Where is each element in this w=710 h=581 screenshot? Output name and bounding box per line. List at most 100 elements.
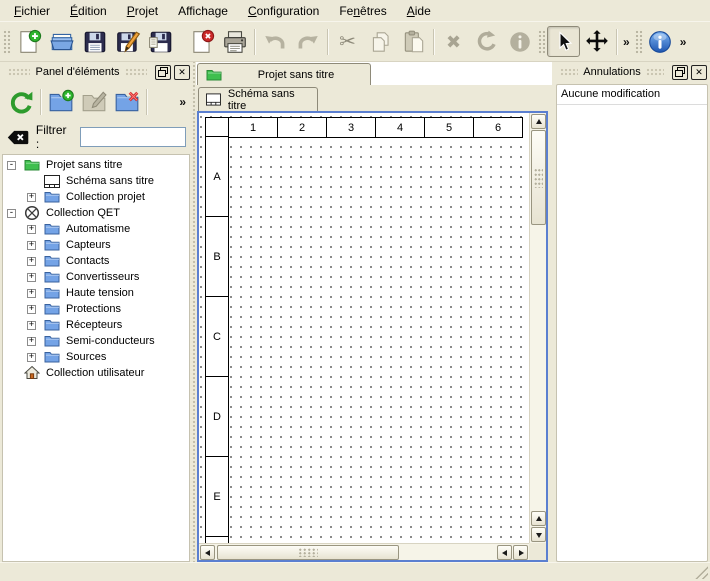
expand-expander[interactable]: + bbox=[27, 225, 36, 234]
menu-aide[interactable]: Aide bbox=[397, 1, 441, 21]
edit-category-button[interactable] bbox=[77, 86, 110, 118]
undo-button[interactable] bbox=[258, 26, 291, 57]
vertical-scroll-thumb[interactable] bbox=[531, 130, 546, 225]
tree-item-project[interactable]: - Projet sans titre bbox=[3, 157, 189, 173]
schema-tab-bar: Schéma sans titre bbox=[196, 85, 552, 111]
tab-schema-sans-titre[interactable]: Schéma sans titre bbox=[198, 87, 318, 111]
paste-button[interactable] bbox=[397, 26, 430, 57]
delete-folder-icon bbox=[114, 89, 140, 115]
scroll-right-button[interactable] bbox=[513, 545, 528, 560]
tree-item-haute-tension[interactable]: + Haute tension bbox=[3, 285, 189, 301]
save-as-icon bbox=[115, 29, 141, 55]
scroll-left-button[interactable] bbox=[200, 545, 215, 560]
menu-affichage[interactable]: Affichage bbox=[168, 1, 238, 21]
scroll-left-button[interactable] bbox=[497, 545, 512, 560]
print-button[interactable] bbox=[218, 26, 251, 57]
horizontal-scroll-thumb[interactable] bbox=[217, 545, 399, 560]
menu-configuration[interactable]: Configuration bbox=[238, 1, 329, 21]
toolbar-overflow-button[interactable]: » bbox=[620, 35, 633, 49]
vertical-scrollbar[interactable] bbox=[529, 113, 546, 543]
sheet-row-label: A bbox=[205, 136, 229, 217]
tree-item-collection-projet[interactable]: + Collection projet bbox=[3, 189, 189, 205]
expand-expander[interactable]: + bbox=[27, 337, 36, 346]
move-tool-button[interactable] bbox=[580, 26, 613, 57]
toolbar-drag-handle[interactable] bbox=[2, 29, 11, 55]
menu-edition[interactable]: Édition bbox=[60, 1, 117, 21]
new-category-button[interactable] bbox=[44, 86, 77, 118]
expand-expander[interactable]: + bbox=[27, 257, 36, 266]
panel-toolbar-overflow-button[interactable]: » bbox=[176, 95, 189, 109]
scroll-up-button[interactable] bbox=[531, 114, 546, 129]
collapse-expander[interactable]: - bbox=[7, 209, 16, 218]
tree-item-contacts[interactable]: + Contacts bbox=[3, 253, 189, 269]
undo-history-list[interactable]: Aucune modification bbox=[556, 84, 708, 562]
expand-expander[interactable]: + bbox=[27, 273, 36, 282]
scrollbar-corner bbox=[529, 543, 546, 560]
clear-filter-icon[interactable] bbox=[7, 130, 29, 145]
menu-projet[interactable]: Projet bbox=[117, 1, 168, 21]
reload-collections-button[interactable] bbox=[4, 86, 37, 118]
folder-icon bbox=[44, 349, 60, 365]
delete-category-button[interactable] bbox=[110, 86, 143, 118]
about-button[interactable] bbox=[644, 26, 677, 57]
window-resize-grip[interactable] bbox=[695, 566, 708, 579]
open-button[interactable] bbox=[45, 26, 78, 57]
menu-fichier[interactable]: Fichier bbox=[4, 1, 60, 21]
info-button[interactable] bbox=[503, 26, 536, 57]
cut-button[interactable]: ✂ bbox=[331, 26, 364, 57]
expand-expander[interactable]: + bbox=[27, 241, 36, 250]
collapse-expander[interactable]: - bbox=[7, 161, 16, 170]
save-all-button[interactable] bbox=[144, 26, 177, 57]
save-button[interactable] bbox=[78, 26, 111, 57]
expand-expander[interactable]: + bbox=[27, 353, 36, 362]
close-panel-button[interactable]: ✕ bbox=[174, 65, 190, 80]
horizontal-scrollbar[interactable] bbox=[199, 543, 529, 560]
save-as-button[interactable] bbox=[111, 26, 144, 57]
float-panel-button[interactable] bbox=[672, 65, 688, 80]
select-tool-button[interactable] bbox=[547, 26, 580, 57]
tree-item-collection-utilisateur[interactable]: Collection utilisateur bbox=[3, 365, 189, 381]
tree-item-schema[interactable]: Schéma sans titre bbox=[3, 173, 189, 189]
arrow-right-icon bbox=[519, 550, 527, 556]
toolbar-overflow-button[interactable]: » bbox=[677, 35, 690, 49]
filter-input[interactable] bbox=[80, 127, 186, 147]
scroll-up-button[interactable] bbox=[531, 511, 546, 526]
tree-item-label: Contacts bbox=[66, 255, 109, 267]
sheet-row-label: E bbox=[205, 456, 229, 537]
tree-item-automatisme[interactable]: + Automatisme bbox=[3, 221, 189, 237]
elements-panel-titlebar[interactable]: Panel d'éléments ✕ bbox=[0, 62, 193, 82]
tree-item-label: Schéma sans titre bbox=[66, 175, 154, 187]
scroll-down-button[interactable] bbox=[531, 527, 546, 542]
close-document-button[interactable] bbox=[185, 26, 218, 57]
tree-item-recepteurs[interactable]: + Récepteurs bbox=[3, 317, 189, 333]
toolbar-drag-handle[interactable] bbox=[634, 29, 643, 55]
tree-item-semi-conducteurs[interactable]: + Semi-conducteurs bbox=[3, 333, 189, 349]
float-panel-button[interactable] bbox=[155, 65, 171, 80]
tab-projet-sans-titre[interactable]: Projet sans titre bbox=[197, 63, 371, 85]
copy-button[interactable] bbox=[364, 26, 397, 57]
toolbar-drag-handle[interactable] bbox=[537, 29, 546, 55]
expand-expander[interactable]: + bbox=[27, 305, 36, 314]
close-panel-button[interactable]: ✕ bbox=[691, 65, 707, 80]
redo-button[interactable] bbox=[291, 26, 324, 57]
expand-expander[interactable]: + bbox=[27, 321, 36, 330]
project-tab-bar: Projet sans titre bbox=[196, 62, 552, 85]
schema-canvas[interactable]: 1 2 3 4 5 6 A B C D E bbox=[199, 113, 529, 543]
new-document-button[interactable] bbox=[12, 26, 45, 57]
expand-expander[interactable]: + bbox=[27, 193, 36, 202]
menu-fenetres[interactable]: Fenêtres bbox=[329, 1, 396, 21]
tree-item-convertisseurs[interactable]: + Convertisseurs bbox=[3, 269, 189, 285]
tree-item-capteurs[interactable]: + Capteurs bbox=[3, 237, 189, 253]
undo-list-item[interactable]: Aucune modification bbox=[557, 85, 707, 105]
tree-item-sources[interactable]: + Sources bbox=[3, 349, 189, 365]
tree-item-protections[interactable]: + Protections bbox=[3, 301, 189, 317]
toolbar-separator bbox=[146, 89, 147, 115]
delete-button[interactable]: ✖ bbox=[437, 26, 470, 57]
tree-item-label: Semi-conducteurs bbox=[66, 335, 155, 347]
dock-splitter[interactable] bbox=[191, 62, 195, 562]
tree-item-collection-qet[interactable]: - Collection QET bbox=[3, 205, 189, 221]
rotate-button[interactable] bbox=[470, 26, 503, 57]
expand-expander[interactable]: + bbox=[27, 289, 36, 298]
undo-panel-titlebar[interactable]: Annulations ✕ bbox=[552, 62, 710, 82]
arrow-left-icon bbox=[499, 550, 507, 556]
